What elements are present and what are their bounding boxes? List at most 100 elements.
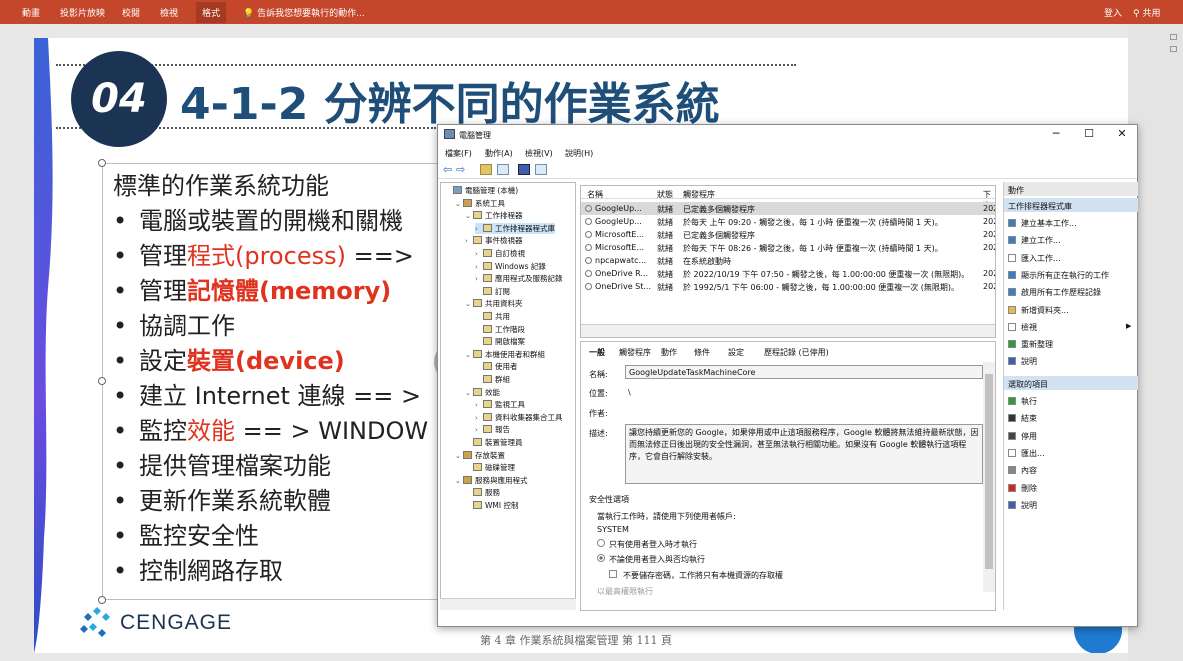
show-tree-icon[interactable] [497, 164, 509, 175]
tree-node[interactable]: › 監視工具 [475, 399, 525, 410]
action-help[interactable]: 說明 [1008, 500, 1037, 511]
computer-management-window[interactable]: 電腦管理 ─ ☐ ✕ 檔案(F) 動作(A) 檢視(V) 說明(H) ⇦ ⇨ 電… [437, 124, 1138, 627]
action-history[interactable]: 啟用所有工作歷程記錄 [1008, 287, 1101, 298]
resize-handle[interactable] [98, 377, 106, 385]
maximize-button[interactable]: ☐ [1079, 127, 1099, 141]
actions-section-selected-item[interactable]: 選取的項目 [1004, 376, 1138, 390]
close-button[interactable]: ✕ [1112, 127, 1132, 141]
menu-file[interactable]: 檔案(F) [445, 148, 472, 159]
tree-node[interactable]: 使用者 [475, 361, 518, 372]
tab-view[interactable]: 檢視 [160, 6, 178, 19]
tree-node[interactable]: WMI 控制 [465, 500, 518, 511]
tree-node[interactable]: 群組 [475, 374, 510, 385]
tab-settings[interactable]: 設定 [728, 347, 744, 358]
column-header-name[interactable]: 名稱 [587, 189, 603, 200]
task-row[interactable]: GoogleUp... 就緒 已定義多個觸發程序 202 [581, 202, 995, 215]
expand-arrow-icon[interactable]: › [475, 414, 483, 422]
expand-arrow-icon[interactable]: ⌄ [455, 452, 463, 460]
tree-node[interactable]: › Windows 記錄 [475, 261, 546, 272]
action-import-task[interactable]: 匯入工作... [1008, 253, 1061, 264]
tree-node[interactable]: 開啟檔案 [475, 336, 525, 347]
action-view[interactable]: 檢視 ▶ [1008, 322, 1131, 333]
tab-actions[interactable]: 動作 [661, 347, 677, 358]
action-running-tasks[interactable]: 顯示所有正在執行的工作 [1008, 270, 1109, 281]
help-icon[interactable] [518, 164, 530, 175]
back-arrow-icon[interactable]: ⇦ [443, 164, 455, 175]
actions-section-library[interactable]: 工作排程器程式庫 [1004, 198, 1138, 212]
tab-triggers[interactable]: 觸發程序 [619, 347, 651, 358]
forward-arrow-icon[interactable]: ⇨ [456, 164, 468, 175]
tree-node[interactable]: 訂閱 [475, 286, 510, 297]
do-not-store-password-checkbox[interactable] [609, 570, 617, 578]
tab-general[interactable]: 一般 [589, 347, 605, 358]
action-export[interactable]: 匯出... [1008, 448, 1045, 459]
task-row[interactable]: npcapwatc... 就緒 在系統啟動時 [581, 254, 995, 267]
expand-arrow-icon[interactable]: › [475, 250, 483, 258]
radio-logged-on-only[interactable] [597, 539, 605, 547]
tree-node[interactable]: › 自訂檢視 [475, 248, 525, 259]
task-row[interactable]: MicrosoftE... 就緒 已定義多個觸發程序 202 [581, 228, 995, 241]
expand-arrow-icon[interactable]: › [475, 426, 483, 434]
menu-action[interactable]: 動作(A) [485, 148, 513, 159]
task-row[interactable]: OneDrive R... 就緒 於 2022/10/19 下午 07:50 - 觸… [581, 267, 995, 280]
tree-node[interactable]: › 工作排程器程式庫 [475, 222, 555, 234]
menu-help[interactable]: 說明(H) [565, 148, 593, 159]
tree-node[interactable]: 工作階段 [475, 324, 525, 335]
expand-arrow-icon[interactable]: ⌄ [455, 477, 463, 485]
details-vertical-scrollbar[interactable] [983, 362, 995, 592]
window-titlebar[interactable]: 電腦管理 ─ ☐ ✕ [438, 125, 1137, 144]
action-create-task[interactable]: 建立工作... [1008, 235, 1061, 246]
tree-node[interactable]: 電腦管理 (本機) [445, 185, 518, 196]
action-delete[interactable]: 刪除 [1008, 483, 1037, 494]
expand-arrow-icon[interactable]: › [475, 275, 483, 283]
sign-in-link[interactable]: 登入 [1104, 6, 1122, 19]
tree-node[interactable]: ⌄ 效能 [465, 387, 500, 398]
expand-arrow-icon[interactable]: ⌄ [455, 200, 463, 208]
tab-slideshow[interactable]: 投影片放映 [60, 6, 105, 19]
tree-node[interactable]: › 應用程式及服務記錄 [475, 273, 563, 284]
tree-node[interactable]: › 資料收集器集合工具 [475, 412, 563, 423]
expand-arrow-icon[interactable]: ⌄ [465, 389, 473, 397]
column-header-trigger[interactable]: 觸發程序 [683, 189, 715, 200]
tree-horizontal-scrollbar[interactable] [440, 598, 576, 610]
tab-conditions[interactable]: 條件 [694, 347, 710, 358]
task-row[interactable]: GoogleUp... 就緒 於每天 上午 09:20 - 觸發之後，每 1 小時 … [581, 215, 995, 228]
navigation-tree[interactable]: 電腦管理 (本機) ⌄ 系統工具 ⌄ 工作排程器 › 工作排程器程式庫 › 事件檢視器 › 自訂檢視… [440, 182, 576, 610]
task-list[interactable]: 名稱 狀態 觸發程序 下次 GoogleUp...就緒已定義多個觸發程序202G… [580, 185, 996, 338]
scrollbar-thumb[interactable] [985, 374, 993, 569]
action-run[interactable]: 執行 [1008, 396, 1037, 407]
action-end[interactable]: 結束 [1008, 413, 1037, 424]
action-create-basic-task[interactable]: 建立基本工作... [1008, 218, 1077, 229]
resize-handle[interactable] [98, 596, 106, 604]
expand-arrow-icon[interactable]: ⌄ [465, 351, 473, 359]
resize-handle[interactable] [98, 159, 106, 167]
action-properties[interactable]: 內容 [1008, 465, 1037, 476]
radio-whether-logged-on[interactable] [597, 554, 605, 562]
tab-animations[interactable]: 動畫 [22, 6, 40, 19]
task-name-field[interactable]: GoogleUpdateTaskMachineCore [625, 365, 983, 379]
tab-review[interactable]: 校閱 [122, 6, 140, 19]
tree-node[interactable]: ⌄ 共用資料夾 [465, 298, 523, 309]
task-row[interactable]: OneDrive St... 就緒 於 1992/5/1 下午 06:00 - 觸發… [581, 280, 995, 293]
task-list-horizontal-scrollbar[interactable] [581, 324, 995, 337]
tree-node[interactable]: 共用 [475, 311, 510, 322]
description-field[interactable]: 讓您持續更新您的 Google，如果停用或中止這項服務程序，Google 軟體將… [625, 424, 983, 484]
menu-view[interactable]: 檢視(V) [525, 148, 553, 159]
tree-node[interactable]: ⌄ 服務與應用程式 [455, 475, 528, 486]
tree-node[interactable]: ⌄ 本機使用者和群組 [465, 349, 545, 360]
task-row[interactable]: MicrosoftE... 就緒 於每天 下午 08:26 - 觸發之後，每 1 小… [581, 241, 995, 254]
show-action-pane-icon[interactable] [535, 164, 547, 175]
tree-node[interactable]: ⌄ 工作排程器 [465, 210, 523, 221]
expand-arrow-icon[interactable]: › [475, 401, 483, 409]
tree-node[interactable]: 磁碟管理 [465, 462, 515, 473]
tell-me-search[interactable]: 💡 告訴我您想要執行的動作... [243, 6, 365, 19]
tab-format[interactable]: 格式 [196, 2, 227, 23]
expand-arrow-icon[interactable]: › [475, 263, 483, 271]
action-refresh[interactable]: 重新整理 [1008, 339, 1053, 350]
expand-arrow-icon[interactable]: › [465, 237, 473, 245]
content-textbox[interactable]: 標準的作業系統功能 • 電腦或裝置的開機和關機 • 管理程式(process) ==>… [98, 159, 482, 604]
expand-arrow-icon[interactable]: ⌄ [465, 212, 473, 220]
action-help[interactable]: 說明 [1008, 356, 1037, 367]
tree-node[interactable]: ⌄ 存放裝置 [455, 450, 505, 461]
share-button[interactable]: ⚲ 共用 [1133, 6, 1160, 19]
